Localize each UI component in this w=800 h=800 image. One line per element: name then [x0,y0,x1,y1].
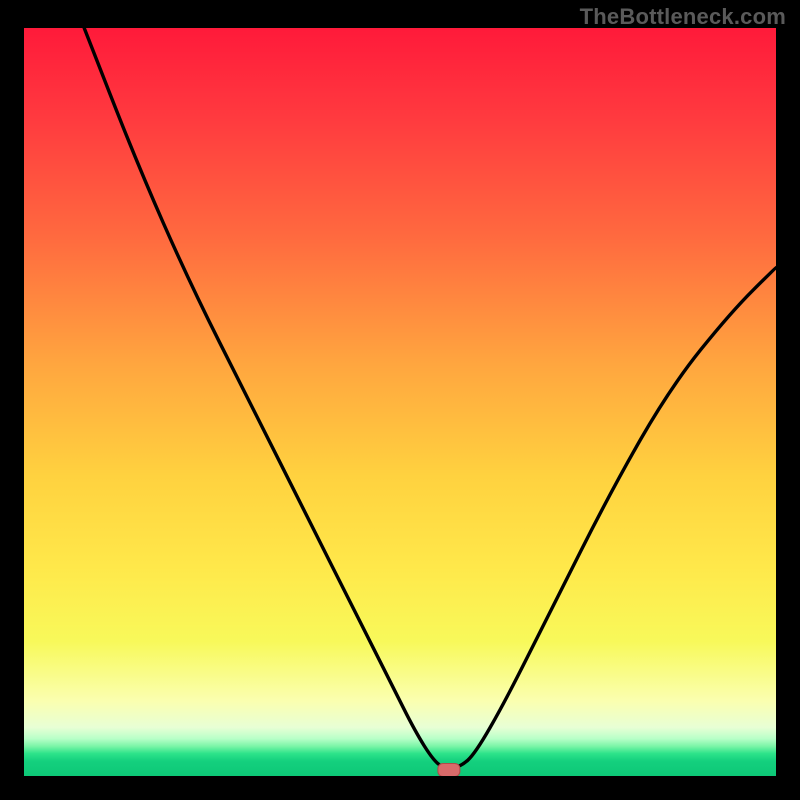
plot-area [24,28,776,776]
watermark-text: TheBottleneck.com [580,4,786,30]
chart-frame: TheBottleneck.com [0,0,800,800]
minimum-marker [438,764,460,777]
bottleneck-curve [84,28,776,768]
curve-svg [24,28,776,776]
